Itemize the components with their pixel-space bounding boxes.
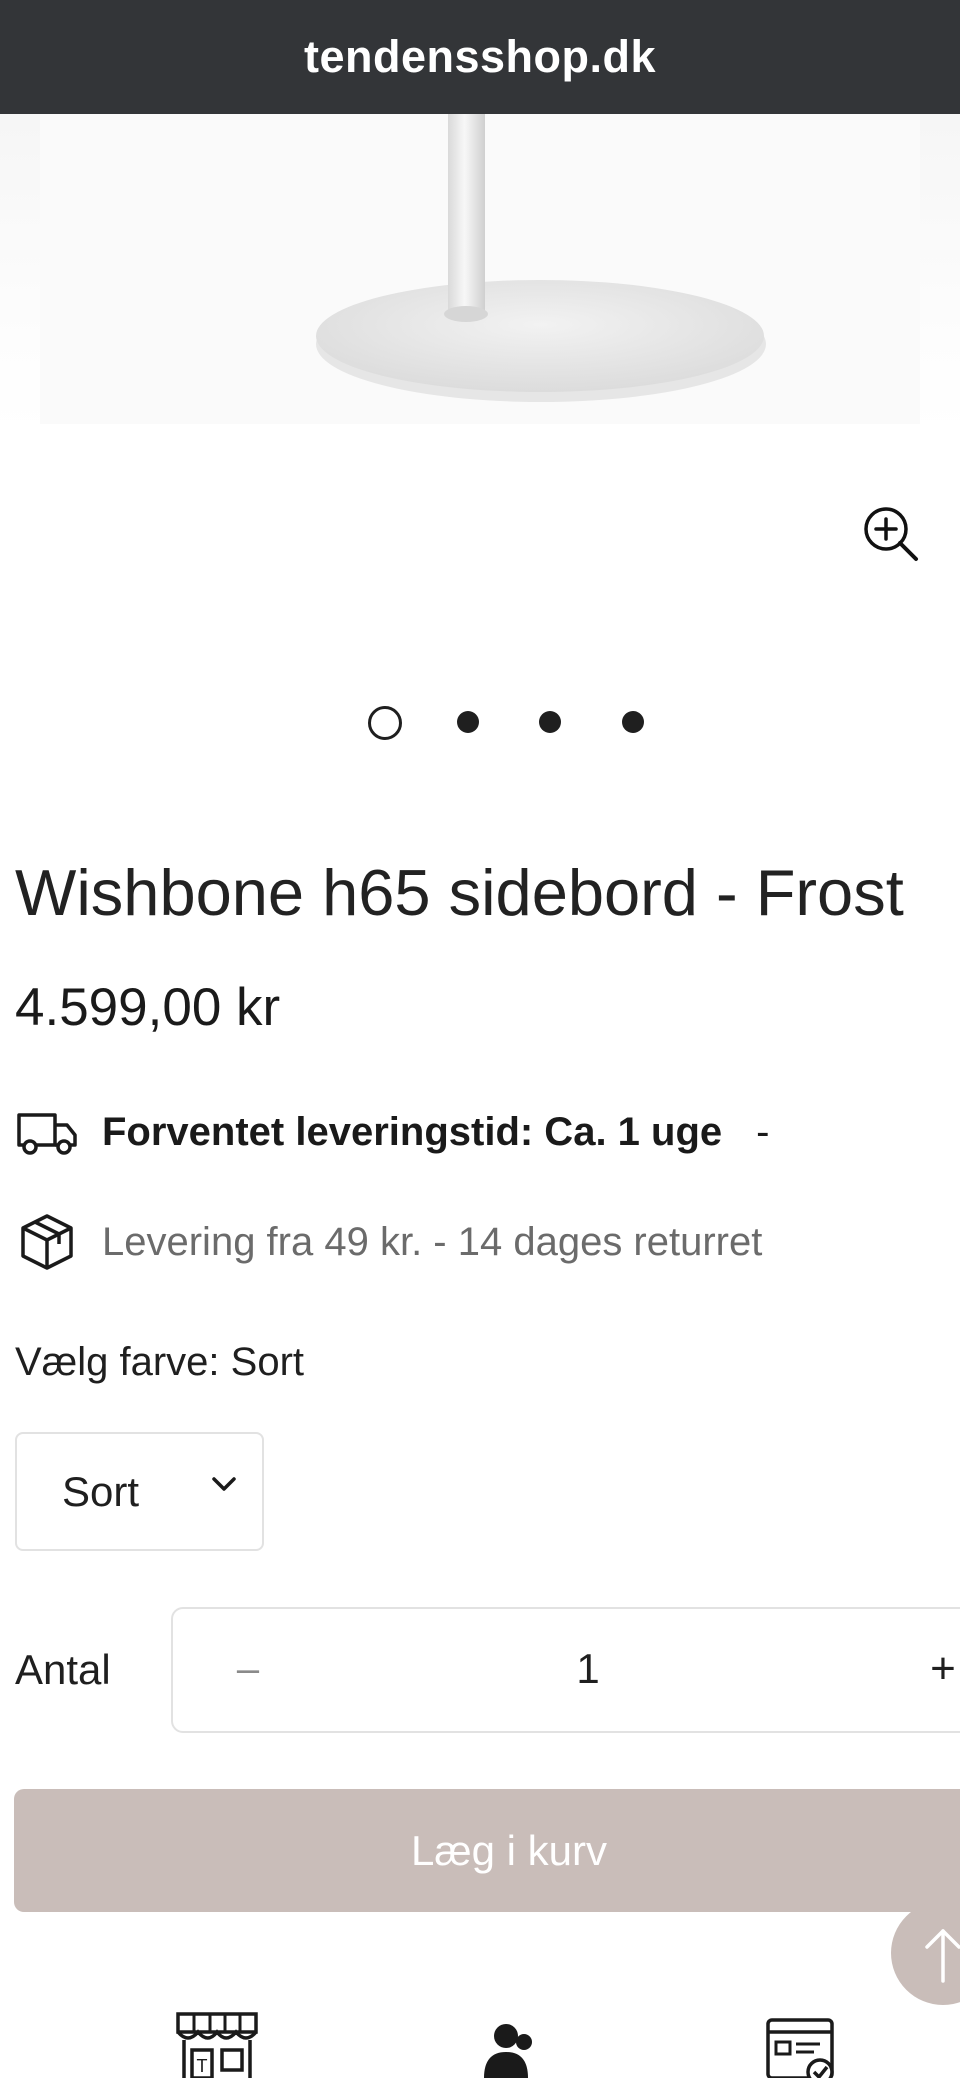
color-select[interactable]: Sort xyxy=(15,1432,264,1551)
store-icon[interactable]: T xyxy=(174,2010,260,2078)
chevron-down-icon xyxy=(209,1474,239,1499)
delivery-time-dash: - xyxy=(756,1109,770,1154)
add-to-cart-label: Læg i kurv xyxy=(410,1826,608,1874)
color-label: Vælg farve: Sort xyxy=(15,1340,305,1384)
gallery-dots xyxy=(0,706,960,748)
svg-text:T: T xyxy=(197,2056,208,2076)
product-page: tendensshop.dk Wishbone h65 sidebord - F… xyxy=(0,0,960,2078)
scroll-to-top-button[interactable] xyxy=(891,1901,960,2005)
product-title: Wishbone h65 sidebord - Frost xyxy=(15,856,904,929)
gallery-dot-3[interactable] xyxy=(539,711,561,733)
footer-icons: T xyxy=(0,2010,960,2078)
gallery-dot-2[interactable] xyxy=(457,711,479,733)
delivery-time-row: Forventet leveringstid: Ca. 1 uge - xyxy=(15,1100,769,1164)
address-bar-domain: tendensshop.dk xyxy=(303,31,657,82)
shipping-text: Levering fra 49 kr. - 14 dages returret xyxy=(102,1219,763,1264)
arrow-up-icon xyxy=(925,1929,960,1983)
quantity-stepper: – 1 + xyxy=(171,1607,960,1733)
gallery-dot-1[interactable] xyxy=(368,706,402,740)
gallery-dot-4[interactable] xyxy=(622,711,644,733)
order-check-icon[interactable] xyxy=(764,2016,838,2078)
color-select-value: Sort xyxy=(62,1467,140,1515)
quantity-label: Antal xyxy=(15,1646,111,1693)
table-image xyxy=(40,114,920,424)
users-icon[interactable] xyxy=(480,2016,540,2078)
package-icon xyxy=(15,1210,79,1274)
product-price: 4.599,00 kr xyxy=(15,978,281,1037)
quantity-input[interactable]: 1 xyxy=(513,1637,663,1701)
zoom-in-icon xyxy=(860,503,920,568)
product-image[interactable] xyxy=(0,114,960,434)
add-to-cart-button[interactable]: Læg i kurv xyxy=(14,1789,960,1912)
truck-icon xyxy=(15,1100,79,1164)
quantity-plus-button[interactable]: + xyxy=(913,1637,960,1701)
quantity-minus-button[interactable]: – xyxy=(218,1637,278,1701)
zoom-button[interactable] xyxy=(858,503,922,567)
address-bar[interactable]: tendensshop.dk xyxy=(0,0,960,114)
shipping-row: Levering fra 49 kr. - 14 dages returret xyxy=(15,1210,762,1274)
delivery-time-text: Forventet leveringstid: Ca. 1 uge xyxy=(102,1109,723,1154)
